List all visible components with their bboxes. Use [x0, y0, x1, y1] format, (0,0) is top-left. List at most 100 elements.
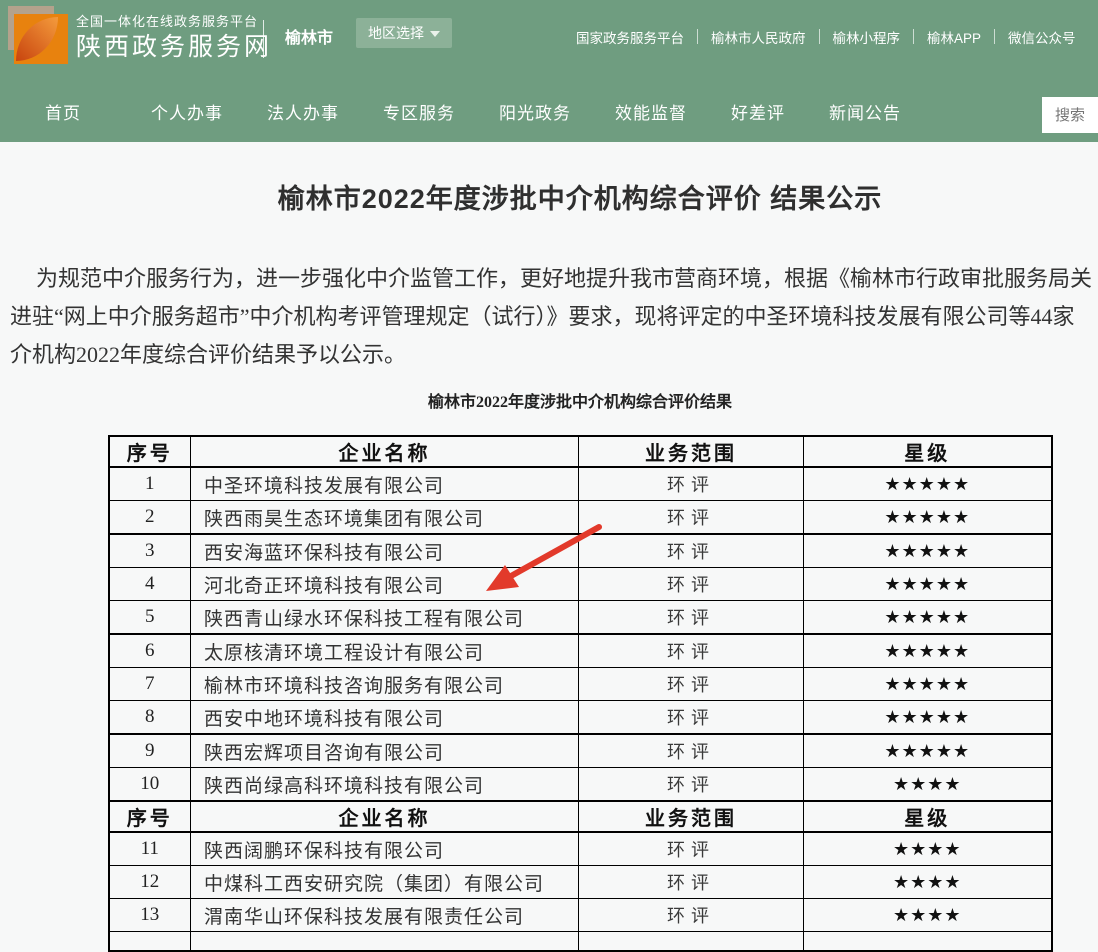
column-header: 星级	[804, 801, 1052, 832]
cell-business-scope: 环评	[579, 832, 804, 866]
cell-business-scope: 环评	[579, 601, 804, 635]
cell-business-scope: 环评	[579, 568, 804, 601]
header-link[interactable]: 榆林小程序	[820, 27, 914, 47]
table-row: 10陕西尚绿高科环境科技有限公司环评★★★★	[109, 768, 1052, 802]
cell-business-scope: 环评	[579, 866, 804, 899]
paragraph-line: 为规范中介服务行为，进一步强化中介监管工作，更好地提升我市营商环境，根据《榆林市…	[10, 260, 1098, 298]
header-link[interactable]: 微信公众号	[995, 27, 1089, 47]
cell-star-rating: ★★★★★	[804, 534, 1052, 568]
nav-item[interactable]: 好差评	[731, 99, 785, 124]
cell-index: 5	[109, 601, 191, 635]
table-row: 7榆林市环境科技咨询服务有限公司环评★★★★★	[109, 668, 1052, 701]
column-header: 企业名称	[191, 801, 579, 832]
region-selector-button[interactable]: 地区选择	[356, 18, 452, 48]
table-caption: 榆林市2022年度涉批中介机构综合评价结果	[0, 394, 1098, 412]
column-header: 企业名称	[191, 436, 579, 467]
header-link[interactable]: 国家政务服务平台	[576, 27, 697, 47]
cell-business-scope: 环评	[579, 734, 804, 768]
header-link[interactable]: 榆林市人民政府	[698, 27, 819, 47]
nav-item[interactable]: 阳光政务	[499, 99, 571, 124]
cell-business-scope: 环评	[579, 899, 804, 932]
cell-star-rating: ★★★★★	[804, 467, 1052, 501]
cell-star-rating: ★★★★	[804, 899, 1052, 932]
nav-item[interactable]: 首页	[45, 99, 81, 124]
cell-business-scope: 环评	[579, 467, 804, 501]
column-header: 星级	[804, 436, 1052, 467]
cell-business-scope: 环评	[579, 701, 804, 735]
main-nav: 首页 个人办事 法人办事 专区服务 阳光政务 效能监督 好差评 新闻公告	[0, 94, 901, 128]
cell-company-name: 陕西尚绿高科环境科技有限公司	[191, 768, 579, 802]
cell-company-name: 西安中地环境科技有限公司	[191, 701, 579, 735]
cell-star-rating: ★★★★★	[804, 701, 1052, 735]
cell-index: 3	[109, 534, 191, 568]
cell-company-name: 太原核清环境工程设计有限公司	[191, 634, 579, 668]
column-header: 业务范围	[579, 801, 804, 832]
cell-index: 9	[109, 734, 191, 768]
cell-company-name: 陕西青山绿水环保科技工程有限公司	[191, 601, 579, 635]
cell-star-rating: ★★★★★	[804, 734, 1052, 768]
cell-star-rating: ★★★★	[804, 866, 1052, 899]
cell-company-name: 中圣环境科技发展有限公司	[191, 467, 579, 501]
cell-empty	[804, 932, 1052, 952]
cell-business-scope: 环评	[579, 768, 804, 802]
table-row: 12中煤科工西安研究院（集团）有限公司环评★★★★	[109, 866, 1052, 899]
table-row: 3西安海蓝环保科技有限公司环评★★★★★	[109, 534, 1052, 568]
region-selector-label: 地区选择	[368, 25, 424, 41]
cell-star-rating: ★★★★	[804, 768, 1052, 802]
table-header-row: 序号企业名称业务范围星级	[109, 801, 1052, 832]
cell-index: 8	[109, 701, 191, 735]
table-header-row: 序号企业名称业务范围星级	[109, 436, 1052, 467]
cell-star-rating: ★★★★★	[804, 634, 1052, 668]
nav-item[interactable]: 专区服务	[383, 99, 455, 124]
cell-business-scope: 环评	[579, 668, 804, 701]
cell-star-rating: ★★★★★	[804, 501, 1052, 535]
table-row: 11陕西阔鹏环保科技有限公司环评★★★★	[109, 832, 1052, 866]
cell-business-scope: 环评	[579, 634, 804, 668]
cell-star-rating: ★★★★★	[804, 601, 1052, 635]
cell-index: 4	[109, 568, 191, 601]
table-row: 5陕西青山绿水环保科技工程有限公司环评★★★★★	[109, 601, 1052, 635]
page-title: 榆林市2022年度涉批中介机构综合评价 结果公示	[0, 182, 1098, 216]
cell-company-name: 榆林市环境科技咨询服务有限公司	[191, 668, 579, 701]
cell-business-scope: 环评	[579, 501, 804, 535]
table-row: 6太原核清环境工程设计有限公司环评★★★★★	[109, 634, 1052, 668]
nav-item[interactable]: 个人办事	[151, 99, 223, 124]
cell-company-name: 陕西雨昊生态环境集团有限公司	[191, 501, 579, 535]
column-header: 业务范围	[579, 436, 804, 467]
cell-index: 11	[109, 832, 191, 866]
paragraph-line: 进驻“网上中介服务超市”中介机构考评管理规定（试行）》要求，现将评定的中圣环境科…	[10, 298, 1098, 336]
cell-index: 13	[109, 899, 191, 932]
announcement-page: 榆林市2022年度涉批中介机构综合评价 结果公示 为规范中介服务行为，进一步强化…	[0, 182, 1098, 952]
cell-company-name: 河北奇正环境科技有限公司	[191, 568, 579, 601]
chevron-down-icon	[430, 31, 440, 37]
cell-empty	[191, 932, 579, 952]
cell-index: 10	[109, 768, 191, 802]
brand-divider	[263, 20, 264, 58]
nav-item[interactable]: 效能监督	[615, 99, 687, 124]
table-row: 8西安中地环境科技有限公司环评★★★★★	[109, 701, 1052, 735]
cell-business-scope: 环评	[579, 534, 804, 568]
site-logo[interactable]	[8, 4, 72, 68]
table-row: 13渭南华山环保科技发展有限责任公司环评★★★★	[109, 899, 1052, 932]
header-links: 国家政务服务平台榆林市人民政府榆林小程序榆林APP微信公众号注册	[576, 26, 1098, 47]
top-header: 全国一体化在线政务服务平台 陕西政务服务网 榆林市 地区选择 国家政务服务平台榆…	[0, 0, 1098, 142]
paragraph-line: 介机构2022年度综合评价结果予以公示。	[10, 336, 1098, 374]
cell-company-name: 陕西阔鹏环保科技有限公司	[191, 832, 579, 866]
announcement-paragraph: 为规范中介服务行为，进一步强化中介监管工作，更好地提升我市营商环境，根据《榆林市…	[0, 260, 1098, 374]
header-link[interactable]: 榆林APP	[914, 27, 994, 47]
current-city-label: 榆林市	[285, 24, 333, 48]
nav-item[interactable]: 新闻公告	[829, 99, 901, 124]
table-row: 9陕西宏辉项目咨询有限公司环评★★★★★	[109, 734, 1052, 768]
site-name: 陕西政务服务网	[76, 27, 272, 63]
cell-index: 7	[109, 668, 191, 701]
column-header: 序号	[109, 801, 191, 832]
cell-empty	[579, 932, 804, 952]
search-input[interactable]	[1042, 97, 1098, 133]
cell-star-rating: ★★★★	[804, 832, 1052, 866]
cell-index: 12	[109, 866, 191, 899]
cell-empty	[109, 932, 191, 952]
nav-item[interactable]: 法人办事	[267, 99, 339, 124]
cell-star-rating: ★★★★★	[804, 668, 1052, 701]
cell-company-name: 陕西宏辉项目咨询有限公司	[191, 734, 579, 768]
evaluation-table: 序号企业名称业务范围星级1中圣环境科技发展有限公司环评★★★★★2陕西雨昊生态环…	[108, 435, 1053, 952]
